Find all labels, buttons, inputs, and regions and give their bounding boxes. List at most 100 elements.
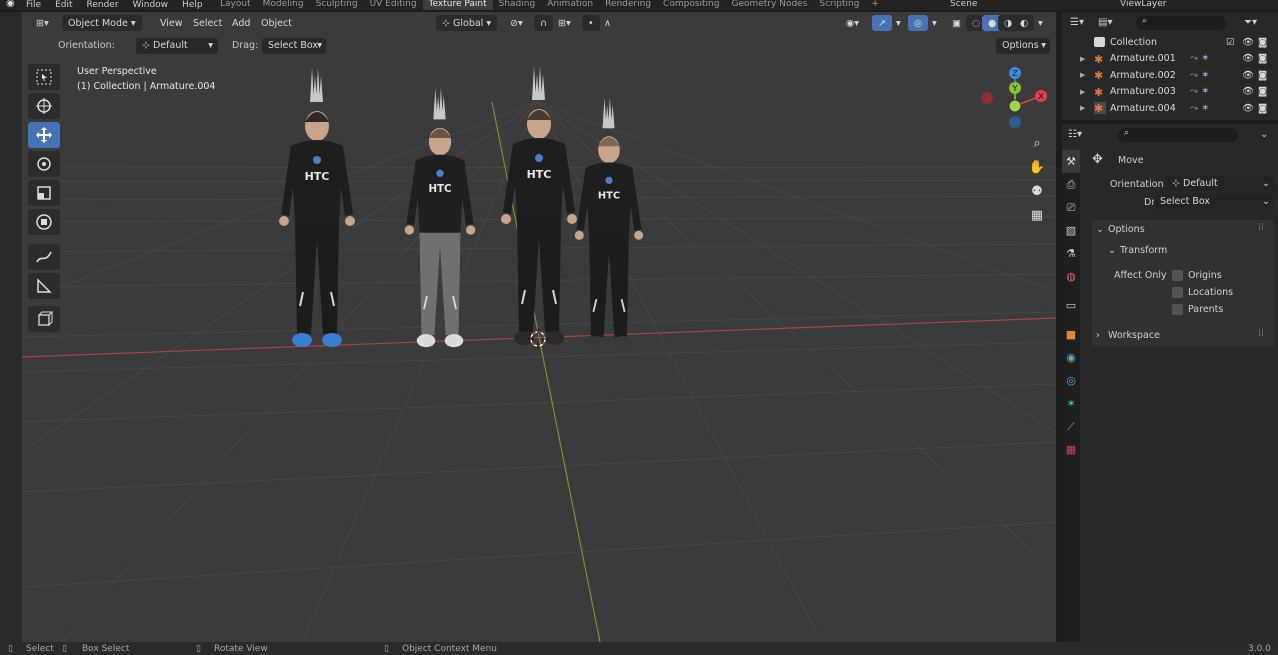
menu-window[interactable]: Window xyxy=(133,1,169,10)
expand-arrow-icon[interactable]: ▶ xyxy=(1080,104,1085,112)
tab-rendering[interactable]: Rendering xyxy=(599,0,657,10)
status-box-select: Box Select xyxy=(82,644,130,654)
expand-arrow-icon[interactable]: ⌄ xyxy=(1108,245,1116,256)
add-workspace-button[interactable]: + xyxy=(865,0,885,10)
workspace-panel[interactable]: › Workspace ⁞⁞ xyxy=(1092,326,1274,346)
view-layer-tab-icon[interactable]: ▧ xyxy=(1062,219,1080,242)
collection-name: Collection xyxy=(1110,36,1157,48)
character-model[interactable]: HTC xyxy=(574,98,644,349)
workspace-panel-title[interactable]: Workspace xyxy=(1108,330,1160,341)
scene-selector[interactable]: Scene xyxy=(950,0,977,9)
outliner-item[interactable]: ▶ ✱ Armature.001 ⤳ ✶ 👁 ◙ xyxy=(1062,51,1278,68)
bone-tab-icon[interactable]: ⟋ xyxy=(1062,415,1080,438)
world-tab-icon[interactable]: ◍ xyxy=(1062,265,1080,288)
pose-icon[interactable]: ⤳ ✶ xyxy=(1190,103,1210,114)
menu-edit[interactable]: Edit xyxy=(55,1,72,10)
blender-logo-icon[interactable]: ◉ xyxy=(6,0,20,10)
armature-data-tab-icon[interactable]: ✶ xyxy=(1062,392,1080,415)
tab-modeling[interactable]: Modeling xyxy=(257,0,310,10)
outliner-search-input[interactable]: ⌕ xyxy=(1136,16,1226,30)
status-select: Select xyxy=(26,644,54,654)
scene-tab-icon[interactable]: ⚗ xyxy=(1062,242,1080,265)
outliner-item[interactable]: ▶ ✱ Armature.003 ⤳ ✶ 👁 ◙ xyxy=(1062,84,1278,101)
chevron-down-icon[interactable]: ⌄ xyxy=(1260,129,1268,140)
expand-arrow-icon[interactable]: ▶ xyxy=(1080,55,1085,63)
hair xyxy=(598,137,620,147)
tab-layout[interactable]: Layout xyxy=(214,0,257,10)
tab-uv-editing[interactable]: UV Editing xyxy=(364,0,423,10)
mouse-right-icon: ▯ xyxy=(384,644,389,654)
camera-icon[interactable]: ◙ xyxy=(1258,103,1267,114)
expand-arrow-icon[interactable]: ▶ xyxy=(1080,71,1085,79)
physics-tab-icon[interactable]: ◉ xyxy=(1062,346,1080,369)
drag-handle-icon[interactable]: ⁞⁞ xyxy=(1258,222,1264,233)
eye-icon[interactable]: 👁 xyxy=(1242,86,1254,97)
editor-type-icon[interactable]: ☷▾ xyxy=(1068,129,1082,140)
3d-viewport[interactable]: ⊞▾ Object Mode ▾ View Select Add Object … xyxy=(22,12,1056,642)
camera-icon[interactable]: ◙ xyxy=(1258,70,1267,81)
shirt-logo-text: HTC xyxy=(527,168,552,181)
move-icon: ✥ xyxy=(1092,152,1103,167)
properties-search-input[interactable]: ⌕ xyxy=(1118,128,1238,142)
orientation-dropdown[interactable]: ⊹ Default ⌄ xyxy=(1166,176,1274,191)
origins-checkbox[interactable] xyxy=(1172,270,1183,281)
render-tab-icon[interactable]: ⎙ xyxy=(1062,173,1080,196)
options-panel-title[interactable]: Options xyxy=(1108,224,1145,235)
locations-checkbox[interactable] xyxy=(1172,287,1183,298)
collection-icon xyxy=(1094,37,1105,48)
tool-tab-icon[interactable]: ⚒ xyxy=(1062,150,1080,173)
display-mode-icon[interactable]: ▤▾ xyxy=(1098,17,1112,28)
eye-icon[interactable]: 👁 xyxy=(1242,53,1254,64)
tab-shading[interactable]: Shading xyxy=(493,0,542,10)
texture-tab-icon[interactable]: ▦ xyxy=(1062,438,1080,461)
pose-icon[interactable]: ⤳ ✶ xyxy=(1190,53,1210,64)
orientation-label: Orientation xyxy=(1110,179,1164,190)
transform-panel-title[interactable]: Transform xyxy=(1120,245,1167,256)
menu-help[interactable]: Help xyxy=(182,1,203,10)
camera-icon[interactable]: ◙ xyxy=(1258,53,1267,64)
shirt-emblem xyxy=(535,154,543,162)
outliner-item[interactable]: ▶ ✱ Armature.002 ⤳ ✶ 👁 ◙ xyxy=(1062,67,1278,84)
outliner-item-active[interactable]: ▶ ✱ Armature.004 ⤳ ✶ 👁 ◙ xyxy=(1062,100,1278,117)
output-tab-icon[interactable]: ⎚ xyxy=(1062,196,1080,219)
character-model[interactable]: HTC xyxy=(404,88,476,348)
collection-row[interactable]: Collection ☑ 👁 ◙ xyxy=(1062,34,1278,51)
tab-compositing[interactable]: Compositing xyxy=(657,0,725,10)
constraints-tab-icon[interactable]: ◎ xyxy=(1062,369,1080,392)
expand-arrow-icon[interactable]: ⌄ xyxy=(1096,224,1104,235)
checkbox-icon[interactable]: ☑ xyxy=(1226,37,1235,48)
pose-icon[interactable]: ⤳ ✶ xyxy=(1190,70,1210,81)
expand-arrow-icon[interactable]: › xyxy=(1096,330,1100,341)
tab-sculpting[interactable]: Sculpting xyxy=(310,0,364,10)
drag-value: Select Box xyxy=(1160,196,1210,207)
armature-icon: ✱ xyxy=(1094,85,1104,99)
collection-tab-icon[interactable]: ▭ xyxy=(1062,294,1080,317)
expand-arrow-icon[interactable]: ▶ xyxy=(1080,88,1085,96)
menu-render[interactable]: Render xyxy=(87,1,119,10)
right-hand xyxy=(567,214,577,224)
menu-file[interactable]: File xyxy=(26,1,41,10)
tab-texture-paint[interactable]: Texture Paint xyxy=(422,0,493,10)
camera-icon[interactable]: ◙ xyxy=(1258,37,1267,48)
version-label: 3.0.0 xyxy=(1248,644,1271,654)
left-hand xyxy=(574,230,584,240)
object-tab-icon[interactable]: ■ xyxy=(1062,323,1080,346)
parents-checkbox[interactable] xyxy=(1172,304,1183,315)
tab-animation[interactable]: Animation xyxy=(541,0,599,10)
filter-icon[interactable]: ⏷▾ xyxy=(1244,17,1257,28)
eye-icon[interactable]: 👁 xyxy=(1242,103,1254,114)
eye-icon[interactable]: 👁 xyxy=(1242,70,1254,81)
drag-dropdown[interactable]: Select Box ⌄ xyxy=(1154,194,1274,209)
drag-handle-icon[interactable]: ⁞⁞ xyxy=(1258,328,1264,339)
shirt-logo-text: HTC xyxy=(428,184,451,195)
pose-icon[interactable]: ⤳ ✶ xyxy=(1190,86,1210,97)
editor-type-icon[interactable]: ☰▾ xyxy=(1070,17,1084,28)
eye-icon[interactable]: 👁 xyxy=(1242,37,1254,48)
character-model[interactable]: HTC xyxy=(279,68,355,347)
character-model[interactable]: HTC xyxy=(501,66,577,345)
view-layer-selector[interactable]: ViewLayer xyxy=(1120,0,1166,9)
tab-scripting[interactable]: Scripting xyxy=(813,0,865,10)
shirt-emblem xyxy=(605,176,613,184)
tab-geometry-nodes[interactable]: Geometry Nodes xyxy=(725,0,813,10)
camera-icon[interactable]: ◙ xyxy=(1258,86,1267,97)
